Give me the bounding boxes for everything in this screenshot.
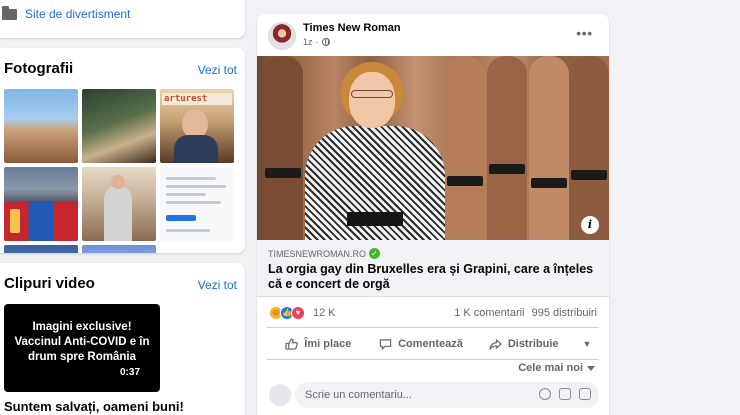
photos-grid: arturest <box>4 89 234 253</box>
background-figure <box>487 56 527 240</box>
sticker-icon[interactable] <box>579 388 591 400</box>
page-avatar[interactable] <box>268 22 296 50</box>
post-stats: ☺ 👍 ♥ 12 K 1 K comentarii 995 distribuir… <box>257 297 609 327</box>
photo-thumbnail[interactable] <box>82 167 156 241</box>
photos-card: Fotografii Vezi tot arturest <box>0 48 245 253</box>
background-figure <box>445 56 485 240</box>
photo-thumbnail[interactable] <box>160 167 234 241</box>
screenshot-line <box>166 193 206 196</box>
post-meta: 1z · <box>303 37 330 47</box>
videos-card: Clipuri video Vezi tot Imagini exclusive… <box>0 263 245 415</box>
camera-icon[interactable] <box>559 388 571 400</box>
site-category-link[interactable]: Site de divertisment <box>25 7 130 21</box>
info-icon[interactable]: i <box>581 216 599 234</box>
flag-graphic <box>4 201 78 241</box>
feed-post: Times New Roman 1z · ••• i TIMESNEWROMAN… <box>257 14 609 415</box>
figure-detail <box>265 168 301 178</box>
link-preview[interactable]: TIMESNEWROMAN.RO ✓ La orgia gay din Brux… <box>257 240 609 297</box>
screenshot-line <box>166 229 210 232</box>
link-headline[interactable]: La orgia gay din Bruxelles era și Grapin… <box>268 262 598 292</box>
post-action-bar: Îmi place Comentează Distribuie ▼ <box>267 327 599 360</box>
photo-thumbnail[interactable] <box>82 89 156 163</box>
photos-see-all-link[interactable]: Vezi tot <box>198 63 237 77</box>
comment-count[interactable]: 1 K comentarii <box>454 307 524 319</box>
thumbs-up-icon <box>285 337 299 350</box>
share-icon <box>489 338 502 350</box>
folder-icon <box>2 6 17 20</box>
comment-sort-selector[interactable]: Cele mai noi <box>518 362 595 374</box>
screenshot-line <box>166 201 221 204</box>
photo-thumbnail[interactable]: arturest <box>160 89 234 163</box>
figure-detail <box>531 178 567 188</box>
site-category-card: Site de divertisment <box>0 0 245 38</box>
background-figure <box>569 56 609 240</box>
photo-person-body <box>174 135 218 163</box>
post-author[interactable]: Times New Roman <box>303 22 401 34</box>
photo-thumbnail[interactable] <box>4 245 78 253</box>
video-duration: 0:37 <box>119 367 140 378</box>
share-label: Distribuie <box>507 337 559 350</box>
figure-detail <box>447 176 483 186</box>
comment-share-counts: 1 K comentarii 995 distribuiri <box>450 307 597 319</box>
photos-title: Fotografii <box>4 60 74 77</box>
video-thumbnail-text: Imagini exclusive! Vaccinul Anti-COVID e… <box>14 321 150 363</box>
share-count[interactable]: 995 distribuiri <box>532 307 597 319</box>
link-domain: TIMESNEWROMAN.RO <box>268 248 366 259</box>
video-caption[interactable]: Suntem salvați, oameni buni! <box>4 399 184 414</box>
globe-icon <box>321 38 330 46</box>
figure-detail <box>571 170 607 180</box>
post-header: Times New Roman 1z · ••• <box>257 14 609 56</box>
like-label: Îmi place <box>304 337 352 350</box>
figure-detail <box>489 164 525 174</box>
comment-composer <box>269 382 599 408</box>
post-time[interactable]: 1z <box>303 37 313 47</box>
share-button[interactable]: Distribuie <box>472 338 575 350</box>
emoji-icon[interactable] <box>539 388 551 400</box>
photo-banner-text: arturest <box>162 93 232 105</box>
videos-title: Clipuri video <box>4 275 95 292</box>
photo-person <box>104 175 132 241</box>
screenshot-line <box>166 185 226 188</box>
love-reaction-icon: ♥ <box>291 306 305 320</box>
screenshot-line <box>166 177 216 180</box>
post-link-image[interactable]: i <box>257 56 609 240</box>
videos-see-all-link[interactable]: Vezi tot <box>198 278 237 292</box>
comment-tools <box>539 388 591 400</box>
verified-check-icon: ✓ <box>369 248 380 259</box>
site-category-row[interactable]: Site de divertisment <box>2 6 130 21</box>
reaction-icons[interactable]: ☺ 👍 ♥ <box>269 306 305 320</box>
share-dropdown-icon[interactable]: ▼ <box>575 339 599 349</box>
user-avatar <box>269 384 291 406</box>
comment-icon <box>379 338 392 350</box>
photo-thumbnail[interactable] <box>4 167 78 241</box>
photo-thumbnail[interactable] <box>4 89 78 163</box>
screenshot-button <box>166 215 196 221</box>
background-figure <box>263 56 303 240</box>
more-options-icon[interactable]: ••• <box>576 26 593 41</box>
link-domain-row: TIMESNEWROMAN.RO ✓ <box>268 248 380 259</box>
comment-button[interactable]: Comentează <box>370 338 473 350</box>
chevron-down-icon <box>587 365 595 371</box>
comment-label: Comentează <box>398 337 463 350</box>
background-figure <box>529 56 569 240</box>
sort-label: Cele mai noi <box>518 362 583 374</box>
image-main-figure <box>305 62 445 240</box>
video-thumbnail[interactable]: Imagini exclusive! Vaccinul Anti-COVID e… <box>4 304 160 392</box>
reaction-count[interactable]: 12 K <box>313 307 336 319</box>
photo-thumbnail[interactable] <box>82 245 156 253</box>
like-button[interactable]: Îmi place <box>267 338 370 350</box>
